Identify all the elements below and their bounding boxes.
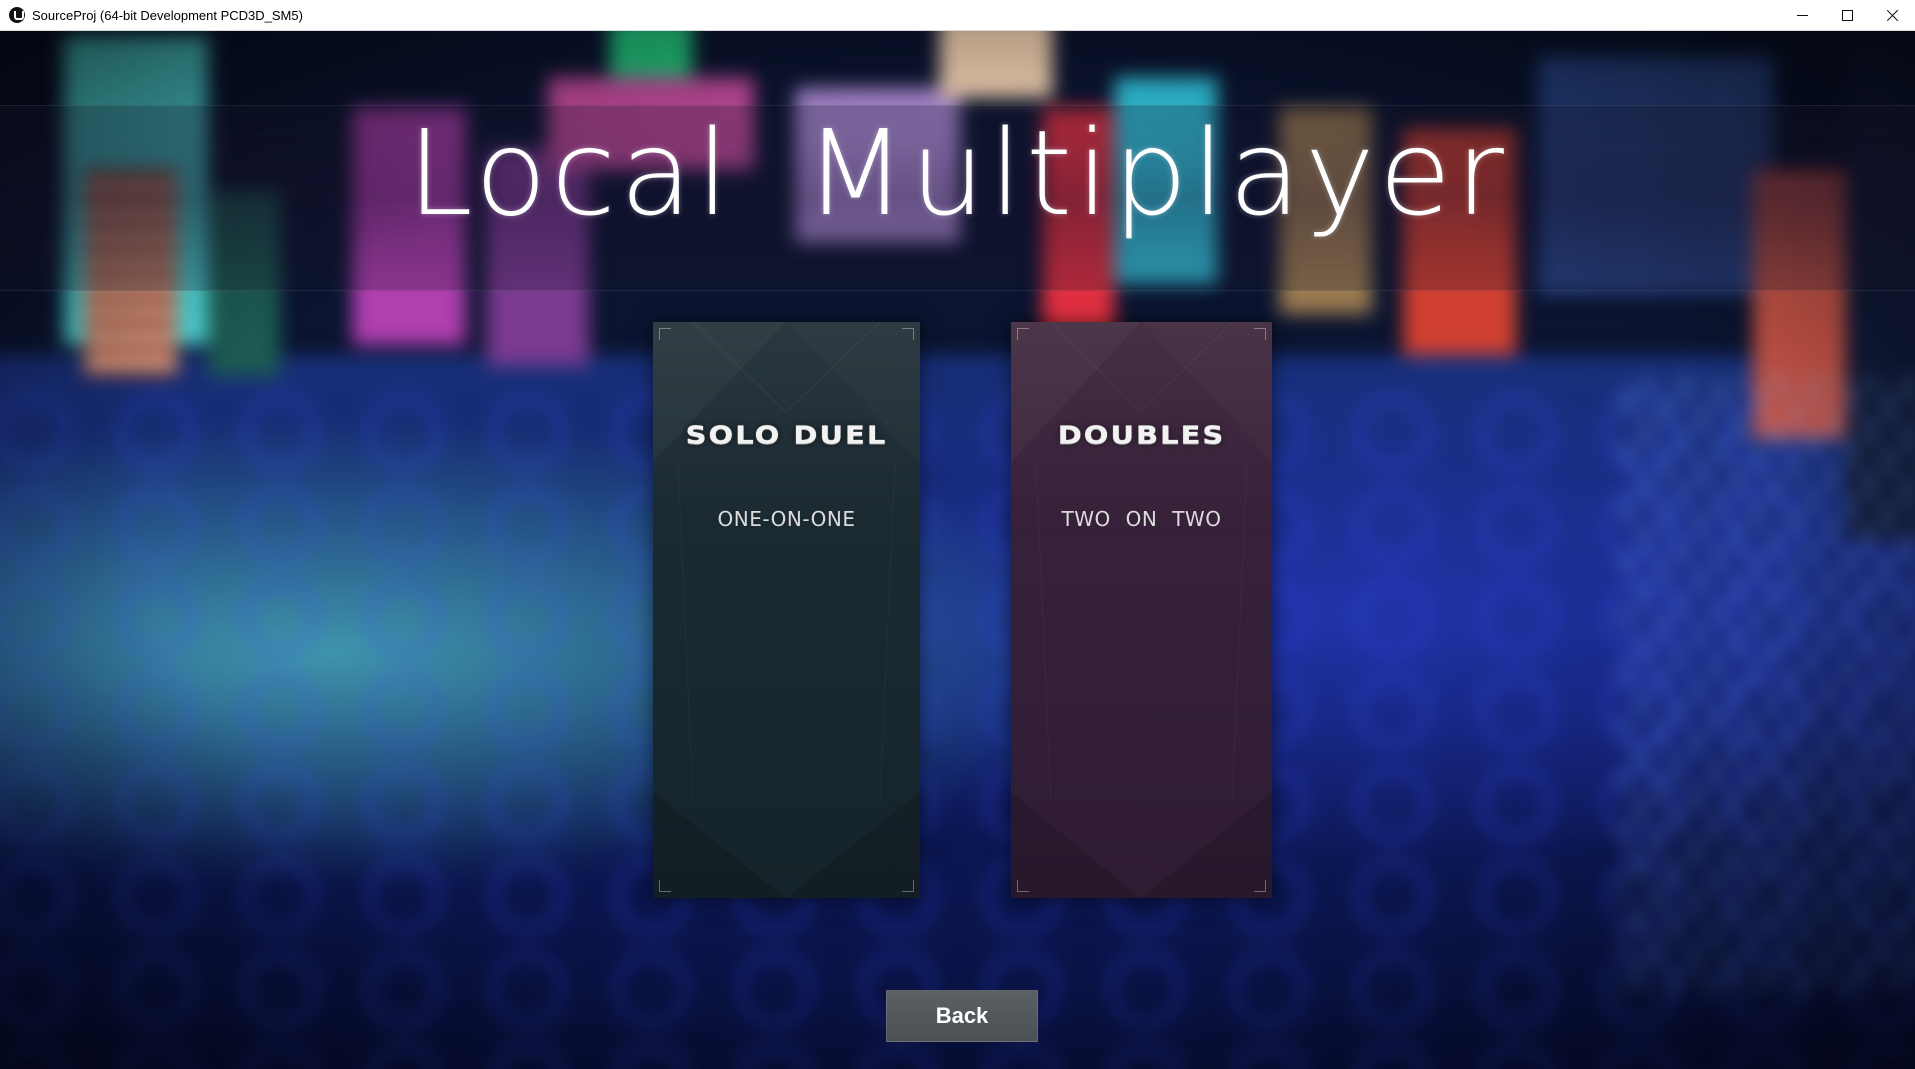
maximize-button[interactable] — [1825, 0, 1870, 31]
solo-duel-card[interactable]: SOLO DUEL ONE-ON-ONE — [653, 322, 920, 898]
card-corner — [659, 880, 671, 892]
back-button[interactable]: Back — [886, 990, 1038, 1042]
card-corner — [902, 328, 914, 340]
doubles-card[interactable]: DOUBLES TWO ON TWO — [1011, 322, 1272, 898]
page-title: Local Multiplayer — [407, 104, 1508, 242]
card-corner — [1254, 880, 1266, 892]
card-facet-lines — [1011, 322, 1272, 898]
card-corner — [1017, 328, 1029, 340]
close-button[interactable] — [1870, 0, 1915, 31]
doubles-subtitle: TWO ON TWO — [1061, 507, 1222, 531]
window-titlebar: SourceProj (64-bit Development PCD3D_SM5… — [0, 0, 1915, 31]
doubles-title: DOUBLES — [1057, 420, 1226, 450]
minimize-icon — [1797, 15, 1808, 16]
card-facet-lines — [653, 322, 920, 898]
minimize-button[interactable] — [1780, 0, 1825, 31]
close-icon — [1886, 9, 1899, 22]
unreal-engine-icon — [9, 7, 25, 23]
solo-duel-title: SOLO DUEL — [685, 420, 888, 450]
card-corner — [659, 328, 671, 340]
card-corner — [1254, 328, 1266, 340]
card-corner — [1017, 880, 1029, 892]
window-title: SourceProj (64-bit Development PCD3D_SM5… — [32, 7, 303, 23]
window-controls — [1780, 0, 1915, 31]
maximize-icon — [1842, 10, 1853, 21]
solo-duel-subtitle: ONE-ON-ONE — [717, 507, 856, 531]
card-corner — [902, 880, 914, 892]
